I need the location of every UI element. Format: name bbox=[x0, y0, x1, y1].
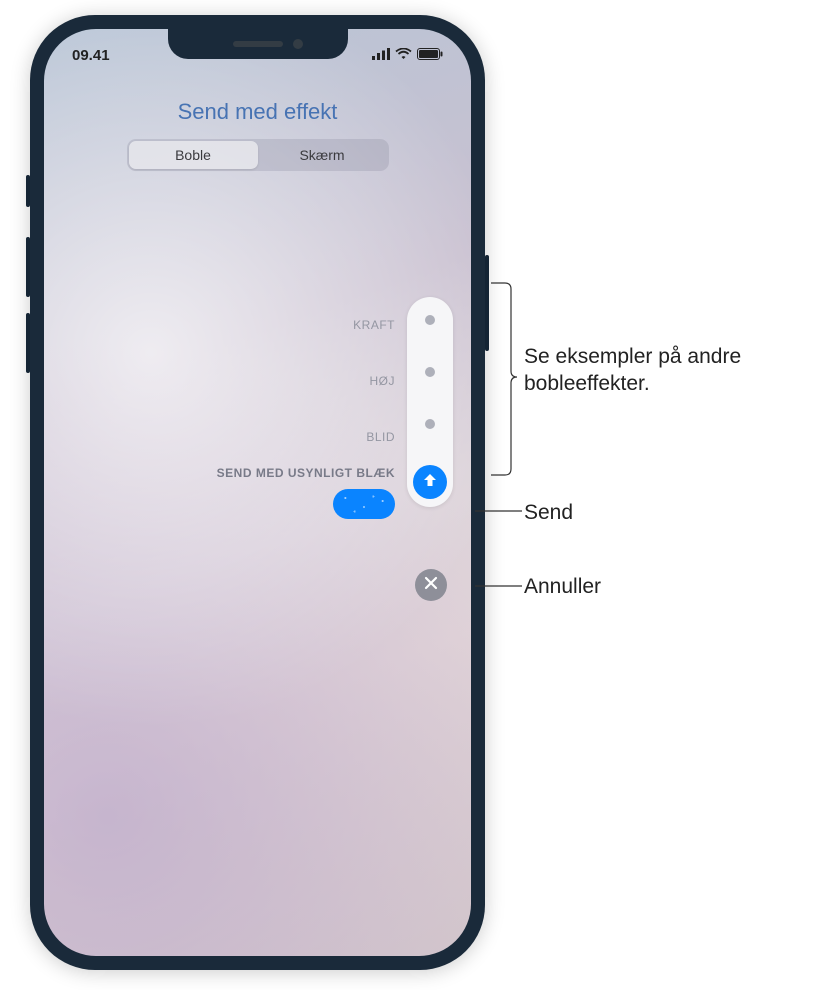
effect-label-slam: KRAFT bbox=[353, 317, 395, 333]
battery-icon bbox=[417, 47, 443, 64]
tab-screen[interactable]: Skærm bbox=[258, 141, 387, 169]
notch bbox=[168, 29, 348, 59]
callout-bracket bbox=[491, 281, 517, 477]
effect-labels: KRAFT HØJ BLID SEND MED USYNLIGT BLÆK bbox=[217, 297, 407, 507]
send-button[interactable] bbox=[413, 465, 447, 499]
close-icon bbox=[424, 576, 438, 595]
effect-label-gentle: BLID bbox=[366, 429, 395, 445]
cancel-button[interactable] bbox=[415, 569, 447, 601]
callout-send: Send bbox=[524, 499, 573, 526]
power-button bbox=[485, 255, 489, 351]
callout-preview: Se eksempler på andre bobleeffekter. bbox=[524, 343, 814, 398]
wifi-icon bbox=[395, 47, 412, 64]
effect-type-segmented[interactable]: Boble Skærm bbox=[127, 139, 389, 171]
effect-label-invisible: SEND MED USYNLIGT BLÆK bbox=[217, 465, 395, 481]
effect-dot-loud[interactable] bbox=[425, 367, 435, 377]
tab-bubble[interactable]: Boble bbox=[129, 141, 258, 169]
page-title: Send med effekt bbox=[44, 99, 471, 125]
phone-frame: 09.41 Send med effekt Boble Skærm bbox=[30, 15, 485, 970]
screen: 09.41 Send med effekt Boble Skærm bbox=[44, 29, 471, 956]
effect-dot-slam[interactable] bbox=[425, 315, 435, 325]
status-time: 09.41 bbox=[72, 47, 132, 64]
bubble-effects-picker: KRAFT HØJ BLID SEND MED USYNLIGT BLÆK bbox=[217, 297, 453, 507]
effect-dot-gentle[interactable] bbox=[425, 419, 435, 429]
silent-switch bbox=[26, 175, 30, 207]
cellular-icon bbox=[372, 47, 390, 64]
effect-dot-column bbox=[407, 297, 453, 507]
callout-cancel: Annuller bbox=[524, 573, 601, 600]
status-icons bbox=[372, 47, 443, 64]
callout-lead-cancel bbox=[475, 585, 522, 587]
effect-label-loud: HØJ bbox=[370, 373, 396, 389]
callout-lead-send bbox=[475, 510, 522, 512]
volume-up-button bbox=[26, 237, 30, 297]
message-bubble-preview bbox=[333, 489, 395, 519]
volume-down-button bbox=[26, 313, 30, 373]
arrow-up-icon bbox=[421, 471, 439, 494]
